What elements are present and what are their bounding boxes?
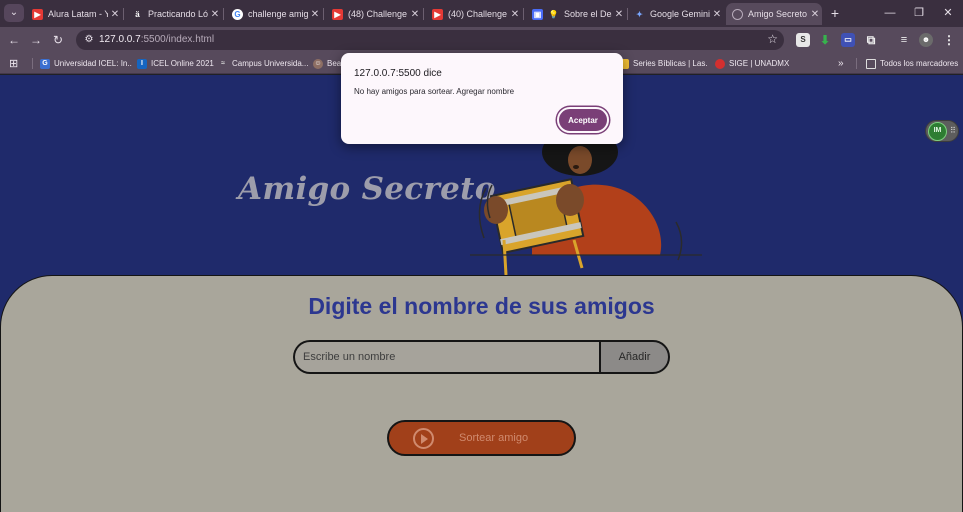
tab-sobre-el-desafio[interactable]: ▣ 💡 Sobre el Des ✕ (526, 3, 626, 25)
tab-title: Practicando Lógi (148, 9, 208, 19)
sige-icon (715, 58, 725, 69)
drag-handle-icon[interactable]: ⠿ (950, 126, 956, 135)
bookmark-universidad-icel[interactable]: G Universidad ICEL: In... (40, 56, 132, 71)
youtube-icon: ▶ (432, 8, 443, 20)
tab-title: Google Gemini (650, 9, 710, 19)
tab-practicando-logica[interactable]: ä Practicando Lógi ✕ (126, 3, 222, 25)
extension-download-icon[interactable]: ⬇ (818, 33, 832, 47)
bookmark-star-icon[interactable]: ☆ (767, 32, 778, 46)
minimize-button[interactable]: — (880, 4, 900, 22)
tab-alura-latam[interactable]: ▶ Alura Latam - Yo ✕ (26, 3, 122, 25)
restore-button[interactable]: ❐ (909, 4, 929, 22)
campus-icon: ≈ (221, 59, 225, 67)
bookmark-label: Series Bíblicas | Las... (633, 59, 707, 68)
address-bar[interactable]: ⚙ 127.0.0.7:5500/index.html ☆ (76, 30, 784, 50)
tab-strip: ⌄ ▶ Alura Latam - Yo ✕ ä Practicando Lóg… (0, 0, 963, 27)
dialog-accept-button[interactable]: Aceptar (557, 107, 609, 133)
back-button[interactable]: ← (5, 31, 23, 49)
badge-avatar: IM (928, 122, 947, 141)
tab-title: Alura Latam - Yo (48, 9, 108, 19)
bookmark-icel-online[interactable]: I ICEL Online 2021 (137, 56, 217, 71)
close-icon[interactable]: ✕ (808, 9, 822, 20)
friend-input-group: Añadir (293, 340, 670, 374)
play-icon (413, 428, 434, 449)
tab-search-button[interactable]: ⌄ (4, 4, 24, 22)
folder-icon (866, 58, 876, 69)
extension-screen-icon[interactable]: ▭ (841, 33, 855, 47)
close-icon[interactable]: ✕ (710, 9, 724, 20)
url-text: 127.0.0.7:5500/index.html (99, 34, 215, 45)
tab-amigo-secreto[interactable]: Amigo Secreto ✕ (726, 3, 822, 25)
tab-title: Sobre el Des (564, 9, 612, 19)
bookmark-label: SIGE | UNADMX (729, 59, 790, 68)
lightbulb-icon: 💡 (548, 9, 559, 19)
window-close-button[interactable]: ✕ (938, 4, 958, 22)
reload-button[interactable]: ↻ (49, 31, 67, 49)
browser-toolbar: ← → ↻ ⚙ 127.0.0.7:5500/index.html ☆ S ⬇ … (0, 27, 963, 53)
tab-google-gemini[interactable]: ✦ Google Gemini ✕ (628, 3, 724, 25)
close-icon[interactable]: ✕ (308, 9, 322, 20)
alert-dialog: 127.0.0.7:5500 dice No hay amigos para s… (341, 53, 623, 144)
tab-title: (48) Challenge C (348, 9, 408, 19)
draw-button-label: Sortear amigo (459, 432, 529, 444)
more-bookmarks-button[interactable]: » (838, 56, 844, 71)
dialog-message: No hay amigos para sortear. Agregar nomb… (354, 87, 515, 96)
youtube-icon: ▶ (332, 8, 343, 20)
bookmark-label: Todos los marcadores (880, 59, 959, 68)
globe-icon (732, 8, 743, 20)
google-icon: G (40, 58, 50, 69)
floating-extension-badge[interactable]: IM ⠿ (925, 120, 959, 142)
avatar-icon: ☺ (313, 58, 323, 69)
bookmark-bea[interactable]: ☺ Bea (313, 56, 341, 71)
forward-button[interactable]: → (27, 31, 45, 49)
new-tab-button[interactable]: + (826, 4, 844, 22)
section-title: Digite el nombre de sus amigos (308, 293, 655, 319)
page-title: Amigo Secreto (238, 171, 496, 207)
site-info-icon[interactable]: ⚙ (82, 33, 96, 47)
draw-friend-button[interactable]: Sortear amigo (387, 420, 576, 456)
friend-name-input[interactable] (293, 340, 601, 374)
youtube-icon: ▶ (32, 8, 43, 20)
tab-challenge-amigo[interactable]: G challenge amigo ✕ (226, 3, 322, 25)
profile-avatar[interactable]: ☻ (919, 33, 933, 47)
all-bookmarks-folder[interactable]: Todos los marcadores (866, 56, 960, 71)
media-queue-icon[interactable]: ≡ (897, 33, 911, 47)
bookmark-campus-universidad[interactable]: ≈ Campus Universida... (218, 56, 308, 71)
bookmark-label: ICEL Online 2021 (151, 59, 214, 68)
browser-menu-icon[interactable]: ⋮ (942, 33, 956, 47)
close-icon[interactable]: ✕ (208, 9, 222, 20)
apps-grid-icon[interactable]: ⊞ (9, 56, 18, 71)
bookmark-label: Universidad ICEL: In... (54, 59, 132, 68)
dialog-title: 127.0.0.7:5500 dice (354, 68, 442, 79)
add-friend-button[interactable]: Añadir (599, 340, 670, 374)
close-icon[interactable]: ✕ (108, 9, 122, 20)
tab-title: challenge amigo (248, 9, 308, 19)
icel-icon: I (137, 58, 147, 69)
bookmark-label: Bea (327, 59, 341, 68)
bookmark-label: Campus Universida... (232, 59, 308, 68)
bookmark-sige-unadmx[interactable]: SIGE | UNADMX (715, 56, 795, 71)
close-icon[interactable]: ✕ (408, 9, 422, 20)
extensions-puzzle-icon[interactable]: ⧉ (864, 33, 878, 47)
bookmark-series-biblicas[interactable]: Series Bíblicas | Las... (619, 56, 707, 71)
close-icon[interactable]: ✕ (612, 9, 626, 20)
app-icon: ▣ (532, 8, 543, 20)
tab-title: (40) Challenge A (448, 9, 508, 19)
google-icon: G (232, 8, 243, 20)
tab-challenge-48[interactable]: ▶ (48) Challenge C ✕ (326, 3, 422, 25)
extension-s-icon[interactable]: S (796, 33, 810, 47)
practice-icon: ä (135, 9, 140, 19)
gemini-icon: ✦ (636, 9, 643, 19)
close-icon[interactable]: ✕ (508, 9, 522, 20)
tab-challenge-40[interactable]: ▶ (40) Challenge A ✕ (426, 3, 522, 25)
tab-title: Amigo Secreto (748, 9, 808, 19)
